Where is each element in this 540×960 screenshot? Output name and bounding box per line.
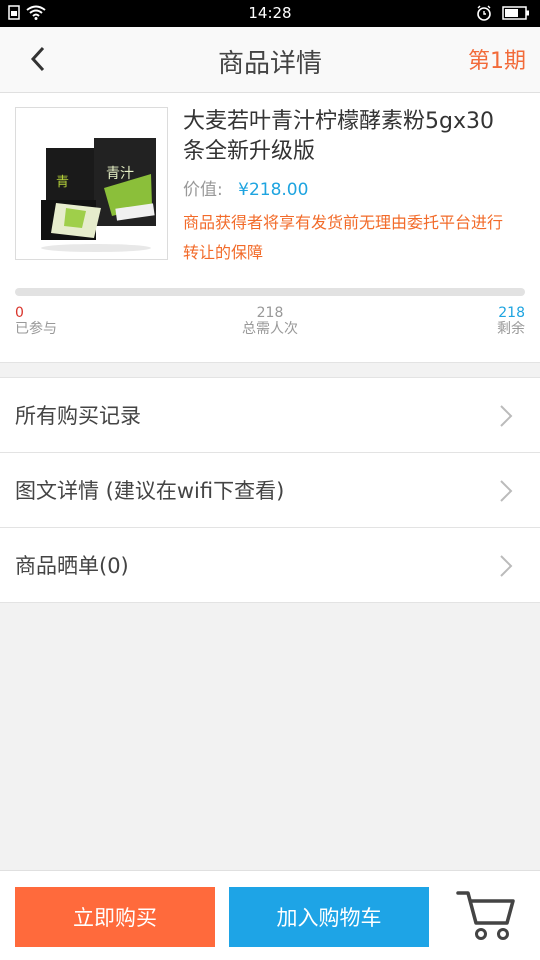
transfer-notice: 商品获得者将享有发货前无理由委托平台进行转让的保障 [183,213,504,262]
chevron-right-icon [500,405,513,427]
menu-item-label: 所有购买记录 [15,404,141,428]
menu-item-image-details[interactable]: 图文详情 (建议在wifi下查看) [0,453,540,528]
menu-item-label: 图文详情 (建议在wifi下查看) [15,479,285,503]
product-image[interactable]: 青 青汁 [15,107,168,260]
battery-icon [502,6,529,20]
chevron-right-icon [500,555,513,577]
product-value-row: 价值: ¥218.00 [183,175,308,200]
shopping-cart-icon[interactable] [455,887,517,943]
product-title: 大麦若叶青汁柠檬酵素粉5gx30条全新升级版 [183,109,494,164]
svg-text:青: 青 [56,175,69,190]
chevron-right-icon [500,480,513,502]
bottom-action-bar: 立即购买 加入购物车 [0,870,540,960]
progress-bar [15,288,525,296]
stat-total: 218 总需人次 [0,305,540,337]
status-bar: 14:28 [0,0,540,27]
stat-remaining: 218 剩余 [497,305,525,337]
header-bar: 商品详情 第1期 [0,27,540,93]
period-label[interactable]: 第1期 [468,43,526,75]
detail-menu: 所有购买记录 图文详情 (建议在wifi下查看) 商品晒单(0) [0,377,540,603]
menu-item-product-reviews[interactable]: 商品晒单(0) [0,528,540,603]
value-label: 价值: [183,180,223,200]
value-amount: ¥218.00 [238,180,309,200]
stat-remaining-label: 剩余 [497,321,525,337]
buy-now-button[interactable]: 立即购买 [15,887,215,947]
status-right-icons [476,5,530,21]
status-time: 14:28 [248,4,292,22]
menu-item-purchase-records[interactable]: 所有购买记录 [0,378,540,453]
page-title: 商品详情 [217,49,322,79]
add-to-cart-button[interactable]: 加入购物车 [229,887,429,947]
product-card: 青 青汁 大麦若叶青汁柠檬酵素粉5gx30条全新升级版 价值: ¥218.00 … [0,93,540,363]
menu-item-label: 商品晒单(0) [15,554,129,578]
stat-remaining-value: 218 [498,305,525,321]
alarm-icon [477,5,491,21]
stat-total-label: 总需人次 [242,321,298,337]
stat-total-value: 218 [256,305,284,321]
svg-text:青汁: 青汁 [106,166,134,182]
